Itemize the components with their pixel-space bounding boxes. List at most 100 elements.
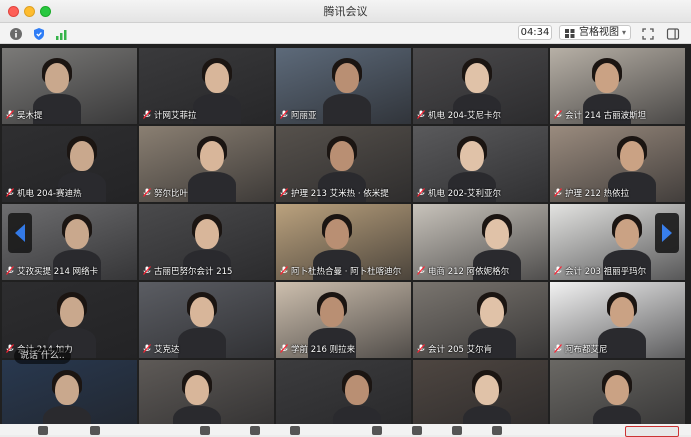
participant-tile[interactable]: 护理 213 艾米热 · 依米提 — [276, 126, 411, 202]
mic-control-icon[interactable] — [38, 426, 48, 435]
mic-muted-icon — [143, 344, 151, 353]
fullscreen-icon[interactable] — [641, 26, 655, 40]
participant-tile[interactable]: 艾克达 — [139, 282, 274, 358]
mic-muted-icon — [280, 344, 288, 353]
participant-tile[interactable]: 学前 216 则拉来 — [276, 282, 411, 358]
participant-tile[interactable]: 古丽巴努尔会计 215 — [139, 204, 274, 280]
participant-tile[interactable]: 机电 202-艾利亚尔 — [413, 126, 548, 202]
mic-muted-icon — [143, 266, 151, 275]
participant-name-text: 会计 214 古丽波斯坦 — [565, 111, 647, 121]
participant-tile[interactable]: 努尔比叶 — [139, 126, 274, 202]
mic-muted-icon — [280, 110, 288, 119]
mic-muted-icon — [143, 110, 151, 119]
mic-muted-icon — [554, 344, 562, 353]
mic-muted-icon — [143, 188, 151, 197]
camera-control-icon[interactable] — [90, 426, 100, 435]
participant-tile[interactable]: 电商 212 阿依妮格尔 — [413, 204, 548, 280]
mic-muted-icon — [417, 110, 425, 119]
mic-muted-icon — [6, 188, 14, 197]
participant-name-text: 吴木提 — [17, 111, 43, 121]
settings-icon[interactable] — [492, 426, 502, 435]
apps-icon[interactable] — [452, 426, 462, 435]
participant-name: 努尔比叶 — [143, 187, 188, 199]
window-title: 腾讯会议 — [323, 5, 368, 18]
mic-muted-icon — [280, 266, 288, 275]
participant-tile[interactable]: 机电 204-艾尼卡尔 — [413, 48, 548, 124]
participant-name-text: 机电 204-艾尼卡尔 — [428, 111, 501, 121]
participant-name-text: 机电 204-赛迪热 — [17, 189, 82, 199]
participant-name-text: 艾孜买提 214 网络卡 — [17, 267, 99, 277]
mic-muted-icon — [554, 188, 562, 197]
participant-tile[interactable]: 护理 212 热依拉 — [550, 126, 685, 202]
participant-name-text: 阿丽亚 — [291, 111, 317, 121]
participant-name-text: 护理 212 热依拉 — [565, 189, 630, 199]
participant-name: 会计 214 古丽波斯坦 — [554, 109, 646, 121]
participant-name: 艾孜买提 214 网络卡 — [6, 265, 98, 277]
shield-icon[interactable] — [32, 26, 46, 40]
participant-name-text: 学前 216 则拉来 — [291, 345, 356, 355]
participant-name-text: 阿卜杜热合曼 · 阿卜杜喀迪尔 — [291, 267, 402, 277]
participant-name-text: 电商 212 阿依妮格尔 — [428, 267, 510, 277]
meeting-timer: 04:34 — [518, 25, 552, 40]
participant-tile[interactable]: 计网艾菲拉 — [139, 48, 274, 124]
mic-muted-icon — [6, 344, 14, 353]
participant-name: 艾克达 — [143, 343, 180, 355]
participant-name-text: 古丽巴努尔会计 215 — [154, 267, 233, 277]
participant-name: 学前 216 则拉来 — [280, 343, 355, 355]
record-icon[interactable] — [372, 426, 382, 435]
signal-icon[interactable] — [55, 26, 69, 40]
view-mode-label: 宫格视图 — [579, 27, 619, 38]
participant-name: 阿卜杜热合曼 · 阿卜杜喀迪尔 — [280, 265, 401, 277]
participant-name: 吴木提 — [6, 109, 43, 121]
participant-name: 护理 213 艾米热 · 依米提 — [280, 187, 389, 199]
reactions-icon[interactable] — [412, 426, 422, 435]
participant-name: 机电 204-艾尼卡尔 — [417, 109, 501, 121]
participant-name-text: 机电 202-艾利亚尔 — [428, 189, 501, 199]
view-mode-dropdown[interactable]: 宫格视图 ▾ — [559, 25, 631, 40]
info-icon[interactable] — [9, 26, 23, 40]
leave-meeting-button[interactable] — [625, 426, 679, 437]
sidebar-toggle-icon[interactable] — [666, 26, 680, 40]
participant-tile[interactable]: 会计 214 加力 — [2, 282, 137, 358]
next-page-button[interactable] — [655, 213, 679, 253]
mic-muted-icon — [417, 344, 425, 353]
participant-name: 阿布都艾尼 — [554, 343, 608, 355]
chevron-down-icon: ▾ — [621, 28, 626, 37]
mic-muted-icon — [280, 188, 288, 197]
mic-muted-icon — [417, 188, 425, 197]
grid-view-icon — [565, 29, 575, 38]
participant-name: 会计 203 祖丽乎玛尔 — [554, 265, 646, 277]
arrow-left-icon — [15, 224, 25, 242]
participant-tile[interactable]: 阿布都艾尼 — [550, 282, 685, 358]
participant-name-text: 会计 203 祖丽乎玛尔 — [565, 267, 647, 277]
participant-name: 电商 212 阿依妮格尔 — [417, 265, 509, 277]
share-screen-icon[interactable] — [200, 426, 210, 435]
participant-tile[interactable]: 阿卜杜热合曼 · 阿卜杜喀迪尔 — [276, 204, 411, 280]
participant-name: 机电 202-艾利亚尔 — [417, 187, 501, 199]
window-titlebar: 腾讯会议 — [0, 0, 691, 23]
participant-name: 阿丽亚 — [280, 109, 317, 121]
participant-name: 机电 204-赛迪热 — [6, 187, 82, 199]
participant-name-text: 计网艾菲拉 — [154, 111, 197, 121]
members-icon[interactable] — [250, 426, 260, 435]
participant-name: 会计 205 艾尔肯 — [417, 343, 492, 355]
participant-tile[interactable]: 吴木提 — [2, 48, 137, 124]
mic-muted-icon — [6, 110, 14, 119]
participant-name-text: 艾克达 — [154, 345, 180, 355]
speaking-indicator: 说话 什么.. — [14, 348, 71, 364]
mic-muted-icon — [554, 266, 562, 275]
chat-icon[interactable] — [290, 426, 300, 435]
participant-tile[interactable]: 机电 204-赛迪热 — [2, 126, 137, 202]
participant-name-text: 努尔比叶 — [154, 189, 189, 199]
mic-muted-icon — [417, 266, 425, 275]
participant-name-text: 会计 205 艾尔肯 — [428, 345, 493, 355]
participant-name-text: 阿布都艾尼 — [565, 345, 608, 355]
arrow-right-icon — [662, 224, 672, 242]
participant-name: 计网艾菲拉 — [143, 109, 197, 121]
previous-page-button[interactable] — [8, 213, 32, 253]
participant-tile[interactable]: 会计 205 艾尔肯 — [413, 282, 548, 358]
participant-tile[interactable]: 会计 214 古丽波斯坦 — [550, 48, 685, 124]
participant-tile[interactable]: 阿丽亚 — [276, 48, 411, 124]
meeting-toolbar: 04:34 宫格视图 ▾ — [0, 23, 691, 44]
mic-muted-icon — [554, 110, 562, 119]
